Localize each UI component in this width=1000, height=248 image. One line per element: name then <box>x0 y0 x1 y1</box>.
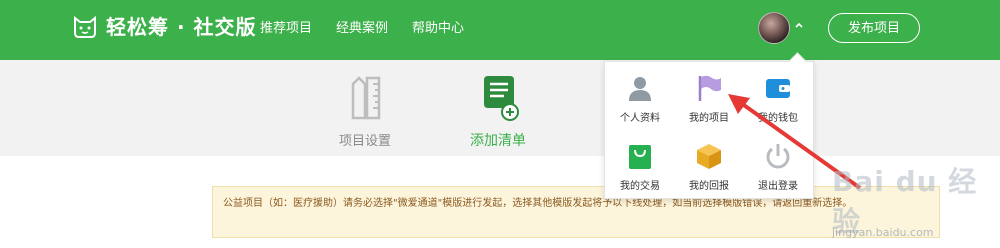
nav-recommended-projects[interactable]: 推荐项目 <box>260 20 312 38</box>
flag-icon <box>698 75 721 101</box>
nav-help-center[interactable]: 帮助中心 <box>412 20 464 38</box>
watermark-url: jingyan.baidu.com <box>832 226 934 239</box>
menu-item-transactions[interactable]: 我的交易 <box>607 136 673 196</box>
step-label: 添加清单 <box>470 133 526 149</box>
user-avatar[interactable] <box>758 12 790 44</box>
step-label: 项目设置 <box>338 134 391 149</box>
logo[interactable]: 轻松筹 · 社交版 <box>72 14 257 40</box>
list-add-icon <box>484 76 519 121</box>
baidu-watermark: Bai du 经验 jingyan.baidu.com <box>832 160 1000 248</box>
shopping-bag-icon <box>629 145 651 169</box>
publish-project-button[interactable]: 发布项目 <box>828 13 920 43</box>
logo-text: 轻松筹 · 社交版 <box>106 15 257 39</box>
nav-classic-cases[interactable]: 经典案例 <box>336 20 388 38</box>
chevron-up-icon[interactable] <box>794 20 804 30</box>
step-project-settings[interactable]: 项目设置 <box>310 74 420 149</box>
step-add-list[interactable]: 添加清单 <box>443 74 553 150</box>
ruler-pencil-icon <box>351 76 381 120</box>
top-navbar: 轻松筹 · 社交版 推荐项目 经典案例 帮助中心 发布项目 <box>0 0 1000 60</box>
user-icon <box>629 77 651 101</box>
main-nav: 推荐项目 经典案例 帮助中心 <box>260 20 464 38</box>
logo-cat-icon <box>74 15 96 38</box>
box-icon <box>697 144 721 169</box>
menu-item-profile[interactable]: 个人资料 <box>607 68 673 128</box>
